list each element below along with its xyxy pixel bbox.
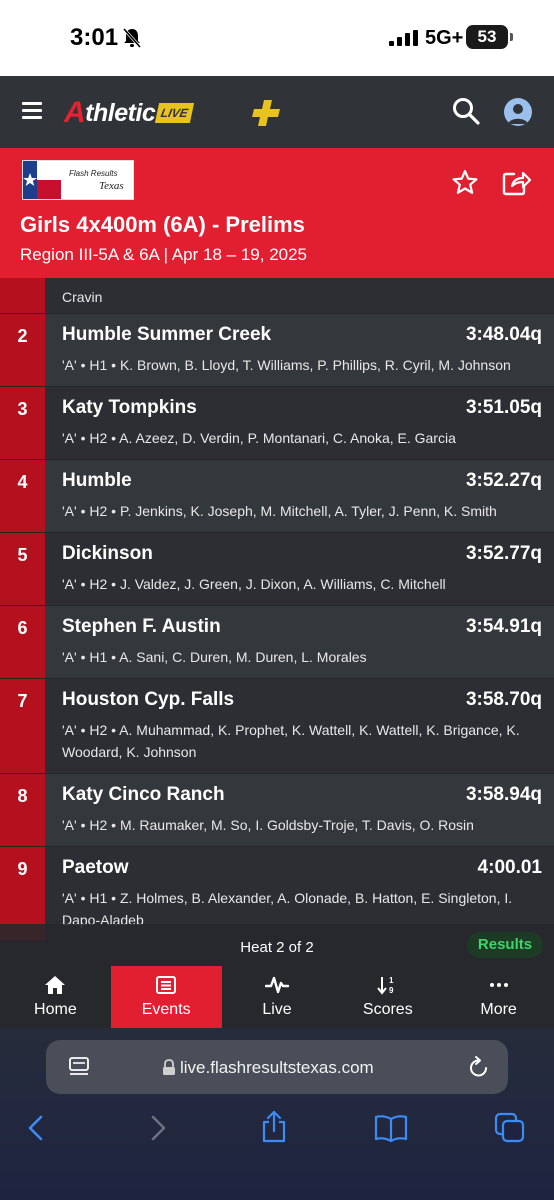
results-list[interactable]: Cravin 2 Humble Summer Creek 3:48.04q 'A' •… <box>0 278 554 964</box>
result-row[interactable]: 8 Katy Cinco Ranch 3:58.94q 'A' • H2 • M. R… <box>0 774 554 847</box>
flash-results-texas-badge[interactable]: Flash Results Texas <box>22 160 134 200</box>
logo-live-badge: LIVE <box>155 103 195 123</box>
relay-members: Cravin <box>62 289 103 305</box>
relay-members: 'A' • H2 • A. Muhammad, K. Prophet, K. W… <box>62 722 520 760</box>
result-row[interactable]: 4 Humble 3:52.27q 'A' • H2 • P. Jenkins, K.… <box>0 460 554 533</box>
svg-text:9: 9 <box>389 986 394 995</box>
url-text[interactable]: live.flashresultstexas.com <box>180 1058 374 1078</box>
team-name[interactable]: Humble Summer Creek <box>62 324 271 346</box>
menu-icon[interactable] <box>22 102 42 120</box>
relay-members: 'A' • H2 • P. Jenkins, K. Joseph, M. Mit… <box>62 503 497 519</box>
team-name[interactable]: Stephen F. Austin <box>62 616 221 638</box>
share-sheet-icon[interactable] <box>260 1110 288 1144</box>
result-time: 3:48.04q <box>465 324 542 345</box>
back-icon[interactable] <box>26 1114 46 1142</box>
nav-home[interactable]: Home <box>0 966 111 1028</box>
list-icon <box>156 976 177 994</box>
tabs-icon[interactable] <box>494 1112 526 1144</box>
team-name[interactable]: Dickinson <box>62 543 153 565</box>
result-time: 4:00.01 <box>477 857 542 878</box>
bell-muted-icon <box>122 28 142 48</box>
relay-members: 'A' • H2 • A. Azeez, D. Verdin, P. Monta… <box>62 430 456 446</box>
results-button[interactable]: Results <box>467 932 543 958</box>
place-number: 7 <box>0 679 45 773</box>
event-subtitle: Region III-5A & 6A | Apr 18 – 19, 2025 <box>20 245 308 264</box>
bottom-nav: Home Events Live 19 Scores More <box>0 966 554 1028</box>
event-title: Girls 4x400m (6A) - Prelims <box>20 212 305 237</box>
signal-icon <box>389 30 418 46</box>
badge-line-1: Flash Results <box>69 169 118 178</box>
battery-indicator: 53 <box>466 25 513 49</box>
nav-scores[interactable]: 19 Scores <box>332 966 443 1028</box>
nav-home-label: Home <box>34 1001 77 1018</box>
nav-scores-label: Scores <box>362 1001 413 1018</box>
place-number: 3 <box>0 387 45 459</box>
more-icon <box>489 983 508 987</box>
reload-icon[interactable] <box>468 1055 490 1079</box>
nav-events[interactable]: Events <box>110 966 222 1028</box>
place-number: 6 <box>0 606 45 678</box>
place-number <box>0 278 45 313</box>
result-row[interactable]: 3 Katy Tompkins 3:51.05q 'A' • H2 • A. Azee… <box>0 387 554 460</box>
athletic-live-logo[interactable]: A thletic LIVE <box>64 96 195 129</box>
result-row[interactable]: 5 Dickinson 3:52.77q 'A' • H2 • J. Valdez, … <box>0 533 554 606</box>
team-name[interactable]: Katy Tompkins <box>62 397 197 419</box>
team-name[interactable]: Katy Cinco Ranch <box>62 784 225 806</box>
nav-events-label: Events <box>141 1001 191 1018</box>
place-number: 2 <box>0 314 45 386</box>
place-number: 5 <box>0 533 45 605</box>
place-number: 8 <box>0 774 45 846</box>
result-row[interactable]: 7 Houston Cyp. Falls 3:58.70q 'A' • H2 • A.… <box>0 679 554 774</box>
nav-more[interactable]: More <box>443 966 554 1028</box>
favorite-star-icon[interactable] <box>452 169 478 195</box>
search-icon[interactable] <box>452 97 480 125</box>
relay-members: 'A' • H1 • K. Brown, B. Lloyd, T. Willia… <box>62 357 511 373</box>
status-bar: 3:01 5G+ 53 <box>0 0 554 76</box>
logo-letter: A <box>64 96 86 129</box>
result-time: 3:52.27q <box>465 470 542 491</box>
status-time: 3:01 <box>70 24 119 51</box>
forward-icon[interactable] <box>148 1114 168 1142</box>
texas-flag-icon <box>23 161 61 199</box>
relay-members: 'A' • H2 • M. Raumaker, M. So, I. Goldsb… <box>62 817 474 833</box>
team-name[interactable]: Houston Cyp. Falls <box>62 689 234 711</box>
bookmarks-icon[interactable] <box>374 1114 408 1142</box>
result-time: 3:52.77q <box>465 543 542 564</box>
sort-icon: 19 <box>377 976 394 995</box>
result-time: 3:54.91q <box>465 616 542 637</box>
svg-text:1: 1 <box>389 976 394 985</box>
lock-icon <box>163 1059 175 1075</box>
badge-line-2: Texas <box>99 180 124 192</box>
result-time: 3:51.05q <box>465 397 542 418</box>
pulse-icon <box>264 976 289 994</box>
result-time: 3:58.70q <box>465 689 542 710</box>
place-number: 4 <box>0 460 45 532</box>
athletic-plus-icon[interactable] <box>252 98 282 128</box>
nav-live[interactable]: Live <box>222 966 333 1028</box>
result-time: 3:58.94q <box>465 784 542 805</box>
reader-icon[interactable] <box>68 1056 90 1078</box>
result-row[interactable]: 2 Humble Summer Creek 3:48.04q 'A' • H1 • K… <box>0 314 554 387</box>
network-type: 5G+ <box>425 27 464 49</box>
nav-more-label: More <box>480 1001 517 1018</box>
user-avatar-icon[interactable] <box>504 98 532 126</box>
nav-live-label: Live <box>262 1001 292 1018</box>
share-icon[interactable] <box>502 168 532 196</box>
result-row[interactable]: 6 Stephen F. Austin 3:54.91q 'A' • H1 • A. … <box>0 606 554 679</box>
team-name[interactable]: Humble <box>62 470 132 492</box>
team-name[interactable]: Paetow <box>62 857 129 879</box>
result-row-partial[interactable]: Cravin <box>0 278 554 314</box>
home-icon <box>45 976 66 994</box>
logo-text: thletic <box>85 98 156 127</box>
relay-members: 'A' • H1 • A. Sani, C. Duren, M. Duren, … <box>62 649 367 665</box>
relay-members: 'A' • H2 • J. Valdez, J. Green, J. Dixon… <box>62 576 446 592</box>
